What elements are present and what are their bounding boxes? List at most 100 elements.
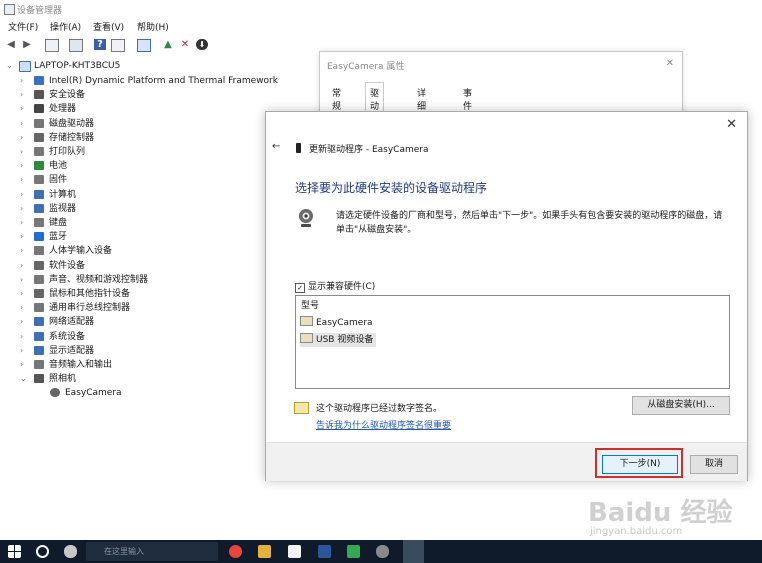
menu-action[interactable]: 操作(A) — [50, 20, 81, 33]
folder-icon[interactable] — [258, 545, 271, 558]
tree-item[interactable]: › Intel(R) Dynamic Platform and Thermal F… — [20, 74, 310, 88]
back-arrow-icon[interactable]: ◀ — [5, 39, 17, 50]
chevron-right-icon[interactable]: › — [20, 188, 28, 202]
app-icon[interactable] — [376, 545, 389, 558]
tree-item[interactable]: › 安全设备 — [20, 88, 310, 102]
chevron-right-icon[interactable]: › — [20, 145, 28, 159]
search-placeholder: 在这里输入 — [104, 547, 144, 556]
dialog-header: 更新驱动程序 - EasyCamera — [309, 145, 429, 155]
tree-item-label: 固件 — [49, 175, 68, 186]
tab-general[interactable]: 常规 — [332, 86, 341, 112]
back-arrow-icon[interactable]: ← — [272, 141, 280, 152]
tree-item-label: 声音、视频和游戏控制器 — [49, 274, 149, 285]
chevron-right-icon[interactable]: › — [20, 273, 28, 287]
task-view-icon[interactable] — [64, 545, 77, 558]
chevron-right-icon[interactable]: › — [20, 315, 28, 329]
tree-item-label: 打印队列 — [49, 147, 86, 157]
device-category-icon — [34, 289, 44, 298]
list-item-usb-video[interactable]: USB 视频设备 — [300, 333, 377, 347]
chevron-right-icon[interactable]: › — [20, 216, 28, 230]
device-category-icon — [34, 345, 44, 355]
window-title: 设备管理器 — [17, 6, 63, 16]
chevron-right-icon[interactable]: › — [20, 287, 28, 301]
camera-icon — [299, 209, 313, 227]
device-category-icon — [34, 317, 44, 327]
chevron-right-icon[interactable]: › — [20, 344, 28, 358]
show-compatible-checkbox[interactable]: ✓ 显示兼容硬件(C) — [295, 279, 375, 293]
chevron-right-icon[interactable]: › — [20, 358, 28, 372]
menu-help[interactable]: 帮助(H) — [137, 20, 169, 33]
chevron-right-icon[interactable]: › — [20, 173, 28, 187]
list-item-label: USB 视频设备 — [316, 335, 374, 345]
device-icon — [296, 143, 301, 153]
chevron-right-icon[interactable]: › — [20, 159, 28, 173]
device-category-icon — [34, 161, 44, 171]
chevron-right-icon[interactable]: › — [20, 230, 28, 244]
why-signing-link[interactable]: 告诉我为什么驱动程序签名很重要 — [316, 418, 451, 431]
chevron-right-icon[interactable]: › — [20, 259, 28, 273]
next-button[interactable]: 下一步(N) — [602, 455, 678, 474]
driver-icon — [300, 333, 313, 343]
menu-view[interactable]: 查看(V) — [93, 20, 124, 33]
device-category-icon — [34, 104, 44, 114]
chevron-right-icon[interactable]: › — [20, 117, 28, 131]
list-item-easycamera[interactable]: EasyCamera — [300, 316, 373, 330]
device-category-icon — [34, 132, 44, 142]
driver-icon — [300, 316, 313, 326]
view-icon[interactable] — [111, 39, 125, 52]
chevron-right-icon[interactable]: › — [20, 301, 28, 315]
taskbar: 在这里输入 — [0, 540, 762, 563]
windows-start-icon[interactable] — [8, 545, 21, 558]
device-category-icon — [34, 203, 44, 213]
chrome-icon[interactable] — [229, 545, 242, 558]
tree-item-label: 电池 — [49, 161, 68, 172]
media-player-icon[interactable] — [347, 545, 360, 558]
chevron-right-icon[interactable]: › — [20, 74, 28, 88]
tree-item-label: 监视器 — [49, 203, 77, 214]
tab-events[interactable]: 事件 — [463, 86, 472, 112]
help-icon[interactable]: ? — [94, 39, 106, 50]
chevron-right-icon[interactable]: › — [20, 244, 28, 258]
close-icon[interactable]: ✕ — [666, 58, 674, 69]
show-hidden-icon[interactable] — [69, 39, 83, 52]
chevron-right-icon[interactable]: › — [20, 131, 28, 145]
close-icon[interactable]: ✕ — [726, 117, 737, 132]
menu-file[interactable]: 文件(F) — [8, 20, 38, 33]
device-manager-icon — [4, 4, 15, 15]
title-bar: 设备管理器 — [0, 0, 762, 18]
tree-root[interactable]: ⌄ LAPTOP-KHT3BCU5 — [6, 59, 206, 73]
cortana-icon[interactable] — [36, 545, 49, 558]
tree-item-label: 网络适配器 — [49, 317, 95, 328]
uninstall-icon[interactable]: ✕ — [179, 39, 191, 50]
chevron-right-icon[interactable]: › — [20, 330, 28, 344]
tree-item-label: 显示适配器 — [49, 345, 95, 356]
checkbox-checked-icon[interactable]: ✓ — [295, 283, 305, 293]
word-icon[interactable] — [318, 545, 331, 558]
properties-icon[interactable] — [45, 39, 59, 52]
tree-item-label: 音频输入和输出 — [49, 360, 113, 370]
have-disk-button[interactable]: 从磁盘安装(H)... — [632, 396, 730, 415]
cancel-button[interactable]: 取消 — [690, 455, 738, 474]
tree-item-label: 蓝牙 — [49, 232, 68, 243]
computer-icon — [19, 61, 31, 72]
device-category-icon — [34, 76, 44, 85]
scan-hardware-icon[interactable] — [137, 39, 151, 52]
model-list[interactable]: 型号 EasyCamera USB 视频设备 — [295, 295, 730, 389]
tree-item-easycamera[interactable]: EasyCamera — [50, 386, 250, 400]
chevron-down-icon[interactable]: ⌄ — [20, 372, 28, 386]
device-category-icon — [34, 331, 44, 341]
chevron-down-icon: ⌄ — [6, 61, 13, 70]
forward-arrow-icon[interactable]: ▶ — [21, 39, 33, 50]
device-category-icon — [34, 147, 44, 156]
update-driver-dialog: ✕ ← 更新驱动程序 - EasyCamera 选择要为此硬件安装的设备驱动程序… — [265, 111, 748, 481]
chevron-right-icon[interactable]: › — [20, 88, 28, 102]
document-icon[interactable] — [288, 545, 301, 558]
tree-item-label: EasyCamera — [65, 388, 122, 399]
download-icon[interactable]: ⬇ — [196, 39, 208, 50]
dialog-description: 请选定硬件设备的厂商和型号，然后单击"下一步"。如果手头有包含要安装的驱动程序的… — [336, 211, 723, 235]
taskbar-search[interactable]: 在这里输入 — [86, 542, 218, 561]
device-manager-task-icon[interactable] — [403, 540, 424, 563]
chevron-right-icon[interactable]: › — [20, 102, 28, 116]
chevron-right-icon[interactable]: › — [20, 202, 28, 216]
update-driver-icon[interactable]: ▲ — [162, 39, 174, 50]
